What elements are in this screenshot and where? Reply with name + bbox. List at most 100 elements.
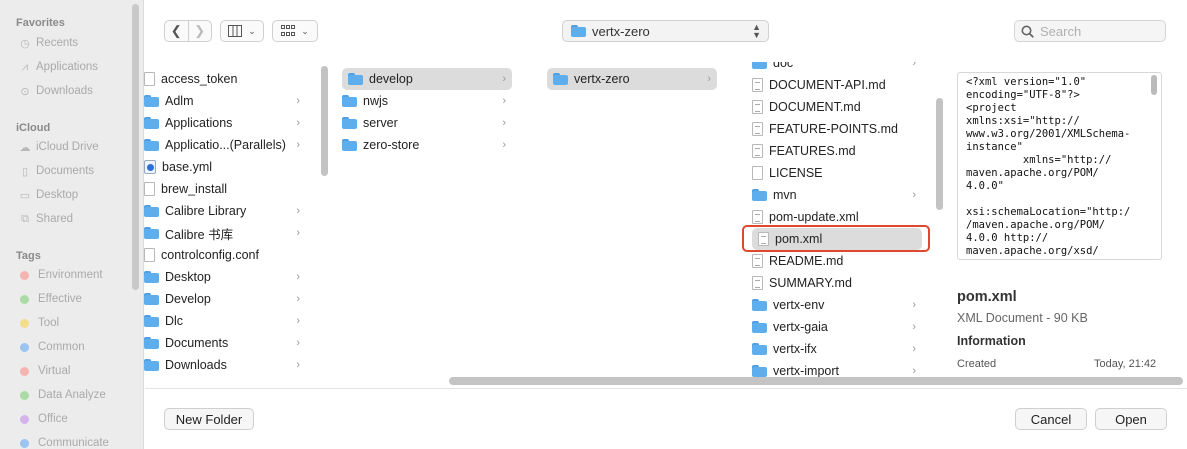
folder-row[interactable]: Desktop › xyxy=(144,266,306,288)
item-name: vertx-gaia xyxy=(773,320,828,334)
sidebar-item-label: Recents xyxy=(36,37,79,49)
sidebar-tag-tool[interactable]: Tool xyxy=(18,313,59,333)
file-row[interactable]: FEATURE-POINTS.md xyxy=(752,118,922,140)
item-name: brew_install xyxy=(161,182,228,196)
group-by-button[interactable]: ⌄ xyxy=(272,20,318,42)
item-name: FEATURE-POINTS.md xyxy=(769,122,898,136)
file-row[interactable]: base.yml xyxy=(144,156,306,178)
file-preview: <?xml version="1.0" encoding="UTF-8"?> <… xyxy=(957,72,1162,260)
download-icon: ⊙ xyxy=(20,85,30,98)
chevron-right-icon: › xyxy=(502,139,506,151)
chevron-right-icon: › xyxy=(912,343,916,355)
sidebar-tag-effective[interactable]: Effective xyxy=(18,289,82,309)
sidebar-item-documents[interactable]: ▯ Documents xyxy=(18,161,94,181)
item-name: README.md xyxy=(769,254,844,268)
sidebar-item-label: Desktop xyxy=(36,189,79,201)
item-name: FEATURES.md xyxy=(769,144,856,158)
preview-scrollbar[interactable] xyxy=(1151,75,1157,95)
tag-dot-icon xyxy=(20,366,29,376)
folder-row[interactable]: Applicatio...(Parallels) › xyxy=(144,134,306,156)
cancel-button[interactable]: Cancel xyxy=(1015,408,1087,430)
chevron-down-icon: ⌄ xyxy=(301,25,309,36)
chevron-right-icon: › xyxy=(296,359,300,371)
file-row[interactable]: DOCUMENT-API.md xyxy=(752,74,922,96)
file-row[interactable]: access_token xyxy=(144,68,306,90)
search-input[interactable] xyxy=(1040,23,1150,39)
sidebar-item-applications[interactable]: ⩘ Applications xyxy=(18,57,98,77)
horizontal-scrollbar[interactable] xyxy=(449,377,1183,385)
folder-row[interactable]: doc › xyxy=(752,62,922,74)
sidebar-item-recents[interactable]: ◷ Recents xyxy=(18,33,78,53)
folder-row[interactable]: Downloads › xyxy=(144,354,306,376)
chevron-right-icon: › xyxy=(296,227,300,239)
sidebar-item-shared[interactable]: ⧉ Shared xyxy=(18,209,73,229)
sidebar-scrollbar[interactable] xyxy=(132,4,139,290)
sidebar-tag-communicate[interactable]: Communicate xyxy=(18,433,109,449)
item-name: vertx-env xyxy=(773,298,825,312)
folder-row[interactable]: develop › xyxy=(342,68,512,90)
sidebar-item-desktop[interactable]: ▭ Desktop xyxy=(18,185,78,205)
folder-row[interactable]: nwjs › xyxy=(342,90,512,112)
folder-row[interactable]: vertx-gaia › xyxy=(752,316,922,338)
chevron-right-icon: › xyxy=(296,293,300,305)
folder-row[interactable]: mvn › xyxy=(752,184,922,206)
sidebar-tag-virtual[interactable]: Virtual xyxy=(18,361,70,381)
folder-row[interactable]: vertx-ifx › xyxy=(752,338,922,360)
desktop-icon: ▭ xyxy=(19,189,31,202)
search-field[interactable] xyxy=(1014,20,1166,42)
sidebar-item-icloud-drive[interactable]: ☁ iCloud Drive xyxy=(18,137,99,157)
folder-row[interactable]: Develop › xyxy=(144,288,306,310)
folder-row[interactable]: Applications › xyxy=(144,112,306,134)
preview-content: <?xml version="1.0" encoding="UTF-8"?> <… xyxy=(966,76,1131,257)
location-popup[interactable]: vertx-zero ▲ ▼ xyxy=(562,20,769,42)
file-row[interactable]: brew_install xyxy=(144,178,306,200)
column-vertx-zero-scrollbar[interactable] xyxy=(936,98,943,210)
file-row[interactable]: controlconfig.conf xyxy=(144,244,306,266)
file-row[interactable]: FEATURES.md xyxy=(752,140,922,162)
column-home-scrollbar[interactable] xyxy=(321,66,328,176)
chevron-right-icon[interactable]: ❯ xyxy=(189,23,212,39)
created-value: Today, 21:42 xyxy=(1094,358,1157,370)
chevron-right-icon: › xyxy=(912,299,916,311)
item-name: Applications xyxy=(165,116,233,130)
item-name: Documents xyxy=(165,336,229,350)
open-button[interactable]: Open xyxy=(1095,408,1167,430)
folder-row[interactable]: server › xyxy=(342,112,512,134)
item-name: access_token xyxy=(161,72,238,86)
folder-icon xyxy=(752,299,767,311)
folder-row[interactable]: zero-store › xyxy=(342,134,512,156)
sidebar-tag-office[interactable]: Office xyxy=(18,409,68,429)
tag-dot-icon xyxy=(20,270,29,280)
folder-row[interactable]: Calibre Library › xyxy=(144,200,306,222)
view-mode-button[interactable]: ⌄ xyxy=(220,20,264,42)
file-row[interactable]: LICENSE xyxy=(752,162,922,184)
folder-row[interactable]: vertx-env › xyxy=(752,294,922,316)
sidebar-tag-common[interactable]: Common xyxy=(18,337,85,357)
new-folder-button[interactable]: New Folder xyxy=(164,408,254,430)
chevron-left-icon[interactable]: ❮ xyxy=(165,23,188,39)
chevron-right-icon: › xyxy=(912,62,916,69)
chevron-right-icon: › xyxy=(912,365,916,377)
folder-row[interactable]: Adlm › xyxy=(144,90,306,112)
file-row[interactable]: README.md xyxy=(752,250,922,272)
folder-row[interactable]: vertx-zero › xyxy=(547,68,717,90)
sidebar-item-label: iCloud Drive xyxy=(36,141,99,153)
sidebar-tag-data-analyze[interactable]: Data Analyze xyxy=(18,385,106,405)
folder-icon xyxy=(144,293,159,305)
folder-row[interactable]: Calibre 书库 › xyxy=(144,222,306,244)
folder-row[interactable]: Dlc › xyxy=(144,310,306,332)
sidebar-item-downloads[interactable]: ⊙ Downloads xyxy=(18,81,93,101)
file-row[interactable]: SUMMARY.md xyxy=(752,272,922,294)
item-name: Applicatio...(Parallels) xyxy=(165,138,286,152)
chevron-right-icon: › xyxy=(912,321,916,333)
document-icon xyxy=(752,144,763,158)
sidebar-item-label: Applications xyxy=(36,61,99,73)
folder-row[interactable]: Documents › xyxy=(144,332,306,354)
cloud-icon: ☁ xyxy=(19,141,31,154)
item-name: vertx-ifx xyxy=(773,342,817,356)
file-row[interactable]: DOCUMENT.md xyxy=(752,96,922,118)
tags-header: Tags xyxy=(16,250,41,262)
sidebar-item-label: Environment xyxy=(38,269,103,281)
item-name: Calibre Library xyxy=(165,204,247,218)
sidebar-tag-environment[interactable]: Environment xyxy=(18,265,103,285)
